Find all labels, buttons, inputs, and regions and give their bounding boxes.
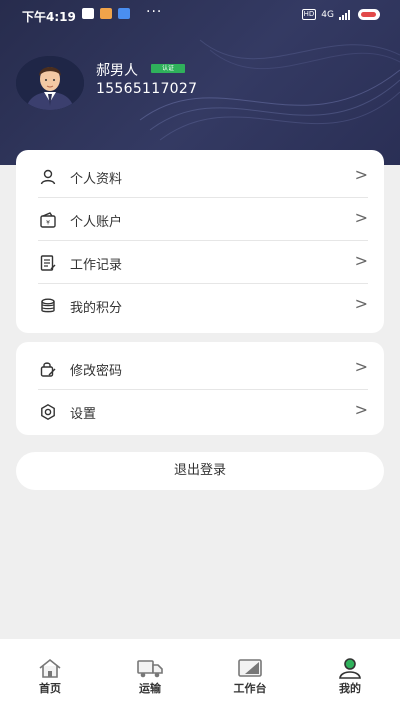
menu-label: 修改密码: [70, 364, 123, 379]
user-icon: [339, 658, 361, 679]
truck-icon: [137, 660, 163, 678]
person-icon: [40, 169, 56, 185]
more-dots: ···: [146, 4, 163, 20]
chevron-right-icon: >: [354, 251, 368, 270]
chevron-right-icon: >: [354, 294, 368, 313]
menu-item-settings[interactable]: 设置 >: [16, 390, 384, 433]
profile-header: 下午4:19 ··· HD 4G 郝男人 认证 15565117027: [0, 0, 400, 165]
menu-item-personal-info[interactable]: 个人资料 >: [16, 155, 384, 198]
edit-lock-icon: [40, 362, 56, 377]
menu-label: 我的积分: [70, 301, 123, 316]
hd-icon: HD: [301, 9, 317, 20]
signal-label: 4G: [321, 9, 334, 20]
tab-label: 首页: [39, 682, 61, 695]
home-icon: [39, 658, 61, 678]
menu-label: 工作记录: [70, 258, 123, 273]
menu-label: 个人资料: [70, 172, 123, 187]
status-bar: 下午4:19 ··· HD 4G: [0, 0, 400, 30]
tab-label: 运输: [139, 682, 161, 695]
svg-text:¥: ¥: [46, 220, 50, 227]
gear-icon: [41, 403, 55, 421]
coins-icon: [41, 298, 55, 313]
tab-mine[interactable]: 我的: [320, 657, 380, 696]
signal-icon: [339, 9, 350, 20]
menu-label: 设置: [70, 407, 97, 422]
menu-item-work-records[interactable]: 工作记录 >: [16, 241, 384, 284]
chevron-right-icon: >: [354, 400, 368, 419]
user-phone: 15565117027: [96, 81, 198, 97]
avatar[interactable]: [16, 56, 84, 110]
status-right-icons: HD 4G: [301, 9, 380, 20]
chevron-right-icon: >: [354, 357, 368, 376]
status-notification-icons: [82, 8, 130, 19]
tab-workbench[interactable]: 工作台: [220, 657, 280, 696]
logout-button[interactable]: 退出登录: [16, 452, 384, 490]
menu-card-account: 个人资料 > ¥ 个人账户 > 工作记录 > 我的积分 >: [16, 150, 384, 333]
tab-transport[interactable]: 运输: [120, 657, 180, 696]
tab-home[interactable]: 首页: [20, 657, 80, 696]
app-icon: [118, 8, 130, 19]
menu-item-personal-account[interactable]: ¥ 个人账户 >: [16, 198, 384, 241]
tab-label: 工作台: [233, 682, 267, 695]
trash-icon: [82, 8, 94, 19]
tab-label: 我的: [339, 682, 361, 695]
chevron-right-icon: >: [354, 208, 368, 227]
workbench-icon: [238, 659, 262, 677]
bottom-tab-bar: 首页 运输 工作台 我的: [0, 639, 400, 711]
document-icon: [40, 255, 56, 271]
wallet-icon: ¥: [40, 212, 56, 228]
menu-item-my-points[interactable]: 我的积分 >: [16, 284, 384, 327]
menu-card-security: 修改密码 > 设置 >: [16, 342, 384, 435]
verified-badge: 认证: [151, 64, 185, 73]
gallery-icon: [100, 8, 112, 19]
user-name: 郝男人: [96, 63, 138, 79]
menu-item-change-password[interactable]: 修改密码 >: [16, 347, 384, 390]
chevron-right-icon: >: [354, 165, 368, 184]
status-time: 下午4:19: [22, 10, 76, 24]
battery-icon: [358, 9, 380, 20]
menu-label: 个人账户: [70, 215, 123, 230]
